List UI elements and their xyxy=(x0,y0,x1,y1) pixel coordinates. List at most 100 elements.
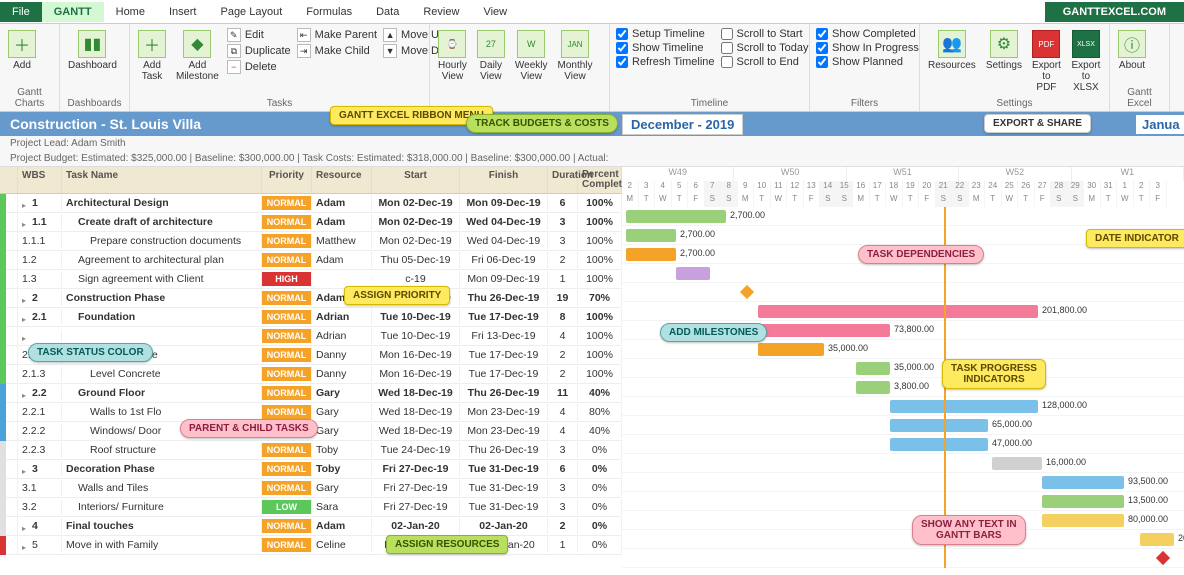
status-color xyxy=(0,384,6,403)
duration-cell: 2 xyxy=(548,347,578,363)
monthly-view-button[interactable]: JANMonthlyView xyxy=(556,28,595,84)
duplicate-button[interactable]: ⧉Duplicate xyxy=(227,44,291,58)
dashboard-button[interactable]: ▮▮Dashboard xyxy=(66,28,119,73)
show-completed-check[interactable]: Show Completed xyxy=(816,28,919,40)
table-row[interactable]: 1.2Agreement to architectural planNORMAL… xyxy=(0,251,622,270)
tab-file[interactable]: File xyxy=(0,2,42,22)
expand-icon[interactable] xyxy=(22,522,30,530)
expand-icon[interactable] xyxy=(22,294,30,302)
day-dow: W xyxy=(886,194,903,207)
expand-icon[interactable] xyxy=(22,199,30,207)
daily-view-button[interactable]: 27DailyView xyxy=(475,28,507,84)
task-name: Construction Phase xyxy=(62,290,262,306)
gantt-bar[interactable] xyxy=(890,438,988,451)
weekly-view-button[interactable]: WWeeklyView xyxy=(513,28,550,84)
table-row[interactable]: 2Construction PhaseNORMALAdamTue 10-Dec-… xyxy=(0,289,622,308)
gantt-bar[interactable] xyxy=(626,229,676,242)
gantt-bar[interactable] xyxy=(1042,514,1124,527)
export-xlsx-button[interactable]: XLSXExportto XLSX xyxy=(1069,28,1103,95)
gantt-bar[interactable] xyxy=(758,343,824,356)
table-row[interactable]: 3.1Walls and TilesNORMALGaryFri 27-Dec-1… xyxy=(0,479,622,498)
about-button[interactable]: ⓘAbout xyxy=(1116,28,1148,73)
show-inprogress-check[interactable]: Show In Progress xyxy=(816,42,919,54)
tab-data[interactable]: Data xyxy=(364,2,411,22)
delete-button[interactable]: −Delete xyxy=(227,60,291,74)
table-row[interactable]: 3Decoration PhaseNORMALTobyFri 27-Dec-19… xyxy=(0,460,622,479)
gantt-bar[interactable] xyxy=(626,210,726,223)
priority-badge: NORMAL xyxy=(262,348,312,362)
tab-page-layout[interactable]: Page Layout xyxy=(208,2,294,22)
export-pdf-button[interactable]: PDFExportto PDF xyxy=(1030,28,1063,95)
priority-badge: HIGH xyxy=(262,272,312,286)
gantt-bar[interactable] xyxy=(1140,533,1174,546)
expand-icon[interactable] xyxy=(22,465,30,473)
start-cell: Mon 02-Dec-19 xyxy=(372,195,460,211)
table-row[interactable]: 4Final touchesNORMALAdam02-Jan-2002-Jan-… xyxy=(0,517,622,536)
table-row[interactable]: 1Architectural DesignNORMALAdamMon 02-De… xyxy=(0,194,622,213)
day-num: 3 xyxy=(1150,181,1167,194)
gantt-bar[interactable] xyxy=(758,305,1038,318)
tab-review[interactable]: Review xyxy=(411,2,471,22)
gantt-bar[interactable] xyxy=(1042,495,1124,508)
gantt-row xyxy=(622,283,1184,302)
resource-cell: Danny xyxy=(312,366,372,382)
table-row[interactable]: 5Move in with FamilyNORMALCelineFri 03-J… xyxy=(0,536,622,555)
day-dow: M xyxy=(622,194,639,207)
gantt-bar[interactable] xyxy=(992,457,1042,470)
table-row[interactable]: 3.2Interiors/ FurnitureLOWSaraFri 27-Dec… xyxy=(0,498,622,517)
table-row[interactable]: 1.3Sign agreement with ClientHIGHc-19Mon… xyxy=(0,270,622,289)
settings-button[interactable]: ⚙Settings xyxy=(984,28,1024,73)
edit-button[interactable]: ✎Edit xyxy=(227,28,291,42)
add-task-button[interactable]: ＋AddTask xyxy=(136,28,168,84)
table-row[interactable]: 2.2.3Roof structureNORMALTobyTue 24-Dec-… xyxy=(0,441,622,460)
table-row[interactable]: 2.1FoundationNORMALAdrianTue 10-Dec-19Tu… xyxy=(0,308,622,327)
gantt-bar[interactable] xyxy=(626,248,676,261)
add-milestone-button[interactable]: ◆AddMilestone xyxy=(174,28,221,84)
table-row[interactable]: 1.1Create draft of architectureNORMALAda… xyxy=(0,213,622,232)
expand-icon[interactable] xyxy=(22,313,30,321)
gantt-bar[interactable] xyxy=(890,419,988,432)
gantt-bar[interactable] xyxy=(758,324,890,337)
status-color xyxy=(0,308,6,327)
gantt-row: 35,000.00 xyxy=(622,359,1184,378)
finish-cell: Tue 31-Dec-19 xyxy=(460,499,548,515)
table-row[interactable]: 1.1.1Prepare construction documentsNORMA… xyxy=(0,232,622,251)
day-num: 18 xyxy=(886,181,903,194)
week-cell: W52 xyxy=(959,167,1071,181)
add-button[interactable]: ＋Add xyxy=(6,28,38,73)
resources-button[interactable]: 👥Resources xyxy=(926,28,978,73)
refresh-timeline-check[interactable]: Refresh Timeline xyxy=(616,56,715,68)
tab-home[interactable]: Home xyxy=(104,2,157,22)
gantt-row: 13,500.00 xyxy=(622,492,1184,511)
status-color xyxy=(0,327,6,346)
scroll-start-check[interactable]: Scroll to Start xyxy=(721,28,809,40)
tab-gantt[interactable]: GANTT xyxy=(42,2,104,22)
hourly-view-button[interactable]: ⌚HourlyView xyxy=(436,28,469,84)
expand-icon[interactable] xyxy=(22,332,30,340)
milestone-diamond[interactable] xyxy=(740,285,754,299)
duration-cell: 3 xyxy=(548,233,578,249)
make-child-button[interactable]: ⇥Make Child xyxy=(297,44,377,58)
scroll-end-check[interactable]: Scroll to End xyxy=(721,56,809,68)
show-timeline-check[interactable]: Show Timeline xyxy=(616,42,715,54)
make-parent-button[interactable]: ⇤Make Parent xyxy=(297,28,377,42)
callout-assign-resources: ASSIGN RESOURCES xyxy=(386,535,508,554)
table-row[interactable]: 2.2Ground FloorNORMALGaryWed 18-Dec-19Th… xyxy=(0,384,622,403)
milestone-diamond[interactable] xyxy=(1156,551,1170,565)
gantt-bar[interactable] xyxy=(1042,476,1124,489)
expand-icon[interactable] xyxy=(22,541,30,549)
gantt-bar[interactable] xyxy=(856,381,890,394)
expand-icon[interactable] xyxy=(22,218,30,226)
setup-timeline-check[interactable]: Setup Timeline xyxy=(616,28,715,40)
tab-view[interactable]: View xyxy=(471,2,519,22)
show-planned-check[interactable]: Show Planned xyxy=(816,56,919,68)
gantt-bar[interactable] xyxy=(676,267,710,280)
percent-cell: 0% xyxy=(578,499,622,515)
table-row[interactable]: 2.1.3Level ConcreteNORMALDannyMon 16-Dec… xyxy=(0,365,622,384)
expand-icon[interactable] xyxy=(22,389,30,397)
tab-formulas[interactable]: Formulas xyxy=(294,2,364,22)
gantt-bar[interactable] xyxy=(856,362,890,375)
tab-insert[interactable]: Insert xyxy=(157,2,209,22)
gantt-bar[interactable] xyxy=(890,400,1038,413)
scroll-today-check[interactable]: Scroll to Today xyxy=(721,42,809,54)
